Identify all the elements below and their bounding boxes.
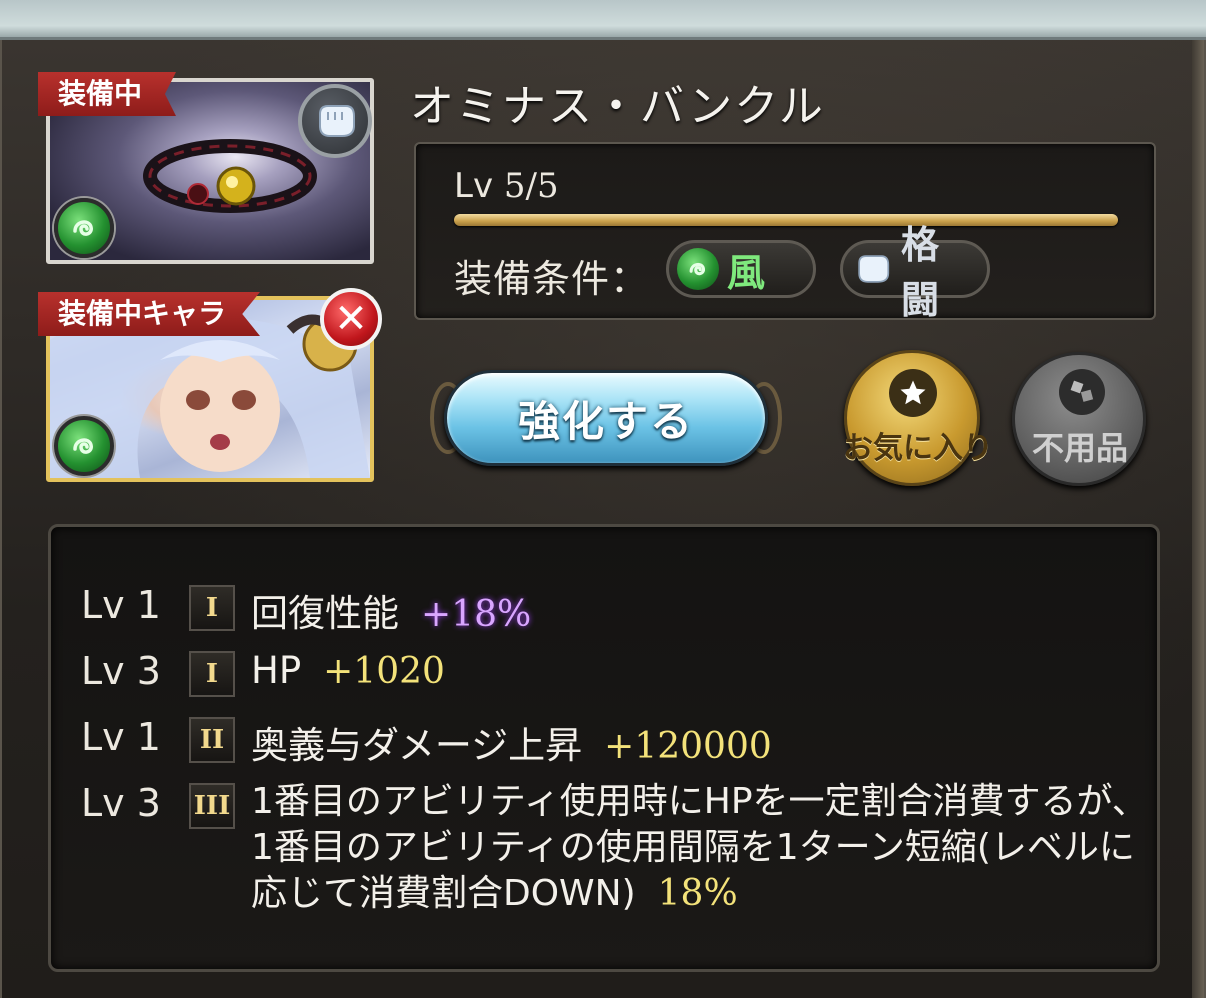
equipped-character-badge: 装備中キャラ — [38, 292, 260, 336]
level-progress-bar — [454, 214, 1118, 226]
level-prefix: Lv — [454, 166, 494, 206]
skill-rank-badge: II — [189, 717, 235, 763]
weapon-type-label: 格闘 — [901, 223, 940, 322]
wind-element-icon — [677, 248, 719, 290]
junk-label: 不用品 — [1031, 429, 1128, 467]
weapon-level: Lv 5/5 — [454, 166, 559, 206]
weapon-type-condition-chip: 格闘 — [840, 223, 990, 322]
upgrade-button[interactable]: 強化する — [430, 362, 782, 474]
fist-icon — [851, 248, 893, 290]
junk-icon — [1059, 369, 1105, 415]
fist-weapon-type-icon — [298, 84, 372, 158]
skill-rank-badge: I — [189, 585, 235, 631]
skill-description: 回復性能 +18% — [251, 583, 531, 637]
skill-name: 回復性能 — [251, 592, 399, 635]
skill-level: Lv 1 — [81, 583, 161, 627]
bangle-artwork — [143, 139, 317, 213]
weapon-info-panel: Lv 5/5 装備条件： 風 格闘 — [414, 142, 1156, 322]
element-label: 風 — [727, 250, 766, 295]
skill-rank-badge: III — [189, 783, 235, 829]
skills-panel: Lv 1 I 回復性能 +18% Lv 3 I HP +1020 Lv 1 II 奥… — [48, 524, 1160, 972]
skill-value: +18% — [421, 594, 532, 635]
skill-value: +1020 — [323, 651, 445, 692]
star-icon — [889, 369, 937, 417]
skill-rank-badge: I — [189, 651, 235, 697]
junk-button[interactable]: 不用品 — [1012, 352, 1146, 486]
equipped-badge: 装備中 — [38, 72, 176, 116]
upgrade-button-label: 強化する — [444, 370, 768, 466]
element-condition-chip: 風 — [666, 240, 816, 298]
favorite-label: お気に入り — [843, 431, 993, 466]
level-value: 5/5 — [503, 166, 559, 206]
skill-description: 1番目のアビリティ使用時にHPを一定割合消費するが、1番目のアビリティの使用間隔… — [251, 779, 1151, 917]
skill-name: 奥義与ダメージ上昇 — [251, 724, 583, 767]
skill-level: Lv 1 — [81, 715, 161, 759]
weapon-name: オミナス・バンクル — [410, 81, 825, 132]
remove-character-button[interactable]: ✕ — [320, 288, 382, 350]
skill-value: 18% — [657, 873, 738, 914]
skill-value: +120000 — [604, 726, 772, 767]
skill-level: Lv 3 — [81, 781, 161, 825]
skill-description: HP +1020 — [251, 649, 445, 692]
equip-condition-label: 装備条件： — [454, 257, 650, 301]
close-icon: ✕ — [334, 296, 368, 342]
wind-element-icon — [54, 198, 114, 258]
favorite-button[interactable]: お気に入り — [843, 350, 993, 486]
skill-name: HP — [251, 649, 302, 692]
top-bar — [0, 0, 1206, 40]
wind-element-icon — [54, 416, 114, 476]
skill-description: 奥義与ダメージ上昇 +120000 — [251, 715, 772, 769]
skill-level: Lv 3 — [81, 649, 161, 693]
